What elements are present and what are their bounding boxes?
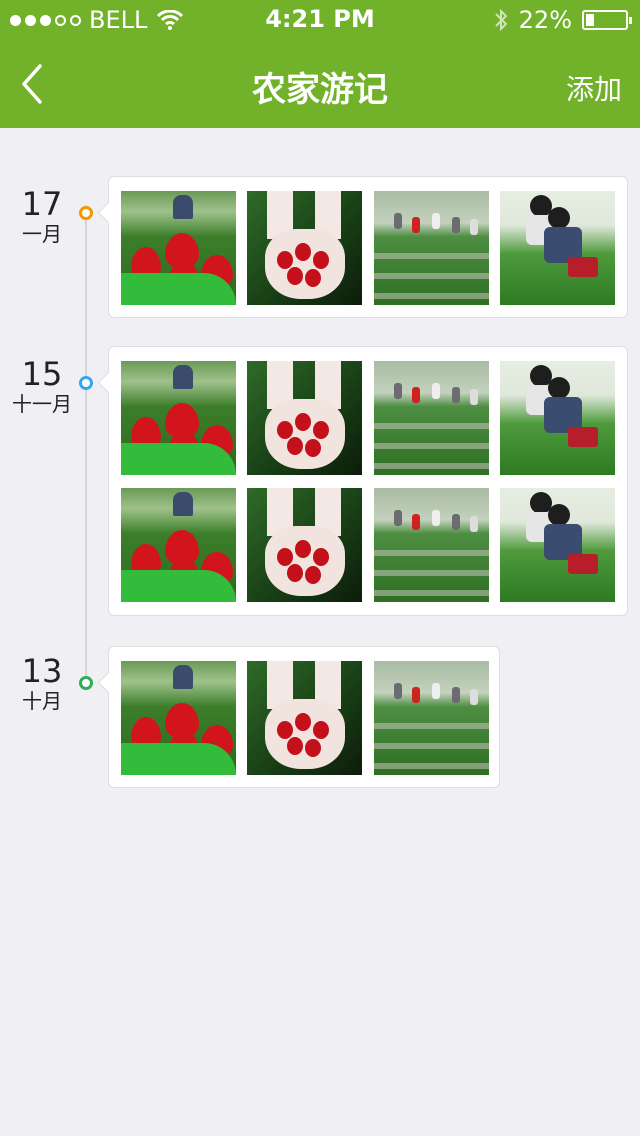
photo-strawberry-basket[interactable] — [121, 488, 236, 602]
photo-strawberry-hands[interactable] — [247, 361, 362, 475]
photo-card[interactable] — [108, 646, 500, 788]
photo-strawberry-field[interactable] — [374, 361, 489, 475]
timeline-line — [85, 205, 87, 685]
photo-child-picking[interactable] — [500, 361, 615, 475]
entry-day: 17 — [21, 185, 63, 223]
entry-month: 一月 — [22, 222, 62, 246]
battery-icon — [582, 10, 632, 30]
timeline-node — [79, 206, 93, 220]
photo-strawberry-basket[interactable] — [121, 661, 236, 775]
entry-date: 17 一月 — [0, 186, 84, 246]
photo-child-picking[interactable] — [500, 488, 615, 602]
photo-strawberry-field[interactable] — [374, 488, 489, 602]
photo-strawberry-field[interactable] — [374, 191, 489, 305]
entry-date: 15 十一月 — [0, 356, 84, 416]
add-button[interactable]: 添加 — [566, 68, 622, 108]
photo-strawberry-hands[interactable] — [247, 661, 362, 775]
photo-card[interactable] — [108, 346, 628, 616]
battery-fill — [586, 14, 594, 26]
photo-strawberry-hands[interactable] — [247, 191, 362, 305]
battery-percent: 22% — [518, 6, 572, 34]
photo-strawberry-basket[interactable] — [121, 361, 236, 475]
status-right: 22% — [493, 6, 632, 34]
status-bar: BELL 4:21 PM 22% — [0, 0, 640, 40]
entry-month: 十月 — [22, 689, 62, 713]
timeline-node — [79, 376, 93, 390]
entry-month: 十一月 — [12, 392, 72, 416]
bluetooth-icon — [494, 8, 508, 32]
photo-strawberry-hands[interactable] — [247, 488, 362, 602]
entry-day: 13 — [21, 652, 63, 690]
photo-child-picking[interactable] — [500, 191, 615, 305]
photo-strawberry-basket[interactable] — [121, 191, 236, 305]
entry-date: 13 十月 — [0, 653, 84, 713]
timeline-node — [79, 676, 93, 690]
top-bar: BELL 4:21 PM 22% 农家游记 添加 — [0, 0, 640, 128]
page-title: 农家游记 — [252, 70, 388, 110]
photo-strawberry-field[interactable] — [374, 661, 489, 775]
navigation-bar: 农家游记 添加 — [0, 40, 640, 128]
photo-card[interactable] — [108, 176, 628, 318]
entry-day: 15 — [21, 355, 63, 393]
